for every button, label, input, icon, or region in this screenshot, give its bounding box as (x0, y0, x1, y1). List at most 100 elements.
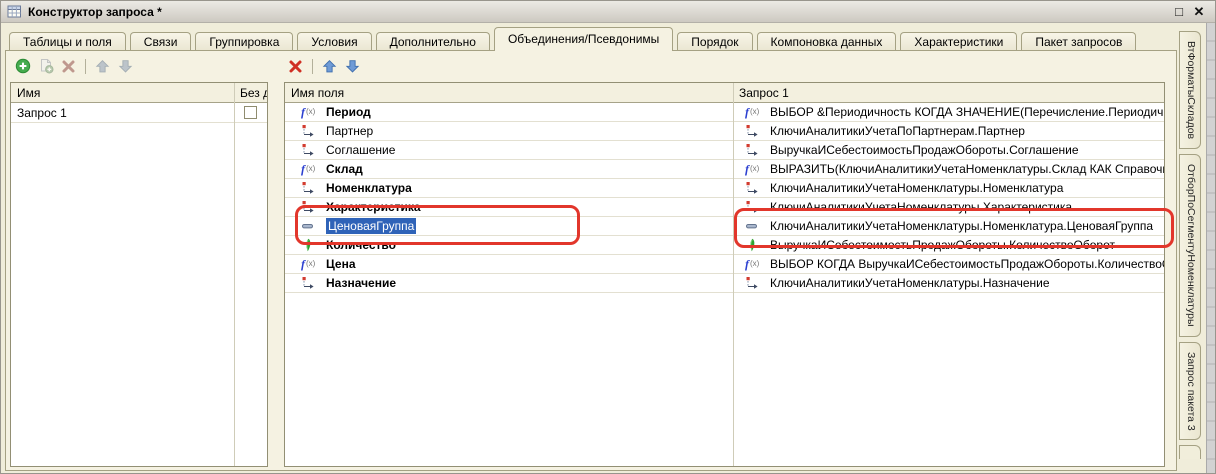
field-row[interactable]: Количество ВыручкаИСебестоимостьПродажОбо… (285, 236, 1164, 255)
field-expression: ВыручкаИСебестоимостьПродажОбороты.Согла… (770, 143, 1079, 157)
field-name: Назначение (326, 276, 396, 290)
tab-Объединения/Псевдонимы[interactable]: Объединения/Псевдонимы (494, 27, 673, 51)
minus-icon (301, 219, 320, 234)
tab-Группировка[interactable]: Группировка (195, 32, 293, 52)
field-icon (301, 181, 320, 196)
field-icon (301, 276, 320, 291)
fx-icon: f(x) (745, 105, 764, 120)
field-row[interactable]: Партнер КлючиАналитикиУчетаПоПартнерам.Па… (285, 122, 1164, 141)
field-row[interactable]: f(x) Склад f(x) ВЫРАЗИТЬ(КлючиАналитикиУчет… (285, 160, 1164, 179)
query-builder-icon (7, 4, 23, 20)
field-name: Характеристика (326, 200, 421, 214)
field-icon (301, 200, 320, 215)
vertical-tab-partial[interactable] (1179, 445, 1201, 459)
maximize-button[interactable]: □ (1169, 4, 1189, 19)
field-name: Склад (326, 162, 363, 176)
move-up-icon[interactable] (321, 58, 338, 75)
column-header-field-name: Имя поля (285, 83, 733, 102)
query-row[interactable]: Запрос 1 (11, 103, 267, 123)
fx-icon: f(x) (301, 105, 320, 120)
field-expression: КлючиАналитикиУчетаНоменклатуры.Номенкла… (770, 219, 1153, 233)
tab-Пакет запросов[interactable]: Пакет запросов (1021, 32, 1136, 52)
field-icon (301, 124, 320, 139)
field-icon (745, 200, 764, 215)
fields-grid: Имя поля Запрос 1 f(x) Период f(x) ВЫБОР &П… (284, 82, 1165, 467)
field-icon (745, 181, 764, 196)
column-header-query1: Запрос 1 (733, 83, 1164, 102)
add-copy-icon[interactable] (37, 58, 54, 75)
field-name: ЦеноваяГруппа (326, 218, 416, 234)
field-name: Цена (326, 257, 356, 271)
field-icon (745, 124, 764, 139)
fx-icon: f(x) (301, 162, 320, 177)
fields-toolbar (287, 56, 361, 76)
tab-content-unions-aliases: Имя Без ду... Запрос 1 Имя поля Запрос 1… (5, 50, 1177, 471)
fields-grid-header: Имя поля Запрос 1 (285, 83, 1164, 103)
field-name: Количество (326, 238, 396, 252)
field-row[interactable]: Назначение КлючиАналитикиУчетаНоменклатур… (285, 274, 1164, 293)
fx-icon: f(x) (745, 162, 764, 177)
right-gray-strip (1206, 23, 1216, 473)
vertical-tab-strip: ВтФорматыСкладов ОтборПоСегментуНоменклат… (1179, 31, 1205, 473)
tab-Дополнительно[interactable]: Дополнительно (376, 32, 490, 52)
field-expression: КлючиАналитикиУчетаНоменклатуры.Характер… (770, 200, 1072, 214)
title-bar: Конструктор запроса * □ ✕ (1, 1, 1215, 23)
field-icon (745, 143, 764, 158)
move-up-icon[interactable] (94, 58, 111, 75)
fx-icon: f(x) (301, 257, 320, 272)
vertical-tab-Запрос пакета 3[interactable]: Запрос пакета 3 (1179, 342, 1201, 441)
queries-grid-header: Имя Без ду... (11, 83, 267, 103)
resource-icon (745, 238, 764, 253)
field-row[interactable]: Соглашение ВыручкаИСебестоимостьПродажОбо… (285, 141, 1164, 160)
tab-Характеристики[interactable]: Характеристики (900, 32, 1017, 52)
toolbar-separator (85, 59, 86, 74)
field-expression: ВЫБОР КОГДА ВыручкаИСебестоимостьПродажО… (770, 257, 1164, 271)
delete-icon[interactable] (60, 58, 77, 75)
tab-Таблицы и поля[interactable]: Таблицы и поля (9, 32, 126, 52)
field-expression: ВыручкаИСебестоимостьПродажОбороты.Колич… (770, 238, 1115, 252)
queries-rows: Запрос 1 (11, 103, 267, 123)
field-expression: КлючиАналитикиУчетаНоменклатуры.Номенкла… (770, 181, 1063, 195)
no-duplicates-checkbox[interactable] (244, 106, 257, 119)
queries-toolbar (14, 56, 134, 76)
tab-Условия[interactable]: Условия (297, 32, 371, 52)
queries-grid: Имя Без ду... Запрос 1 (10, 82, 268, 467)
field-icon (745, 276, 764, 291)
tab-Компоновка данных[interactable]: Компоновка данных (757, 32, 897, 52)
column-header-no-duplicates: Без ду... (234, 83, 267, 102)
column-separator (234, 83, 235, 466)
move-down-icon[interactable] (344, 58, 361, 75)
field-row[interactable]: Характеристика КлючиАналитикиУчетаНоменкл… (285, 198, 1164, 217)
column-header-name: Имя (11, 83, 234, 102)
tab-Связи[interactable]: Связи (130, 32, 192, 52)
field-expression: КлючиАналитикиУчетаПоПартнерам.Партнер (770, 124, 1025, 138)
tab-bar: Таблицы и поляСвязиГруппировкаУсловияДоп… (9, 27, 1171, 50)
window-title: Конструктор запроса * (28, 5, 1169, 19)
field-name: Номенклатура (326, 181, 412, 195)
query-builder-window: Конструктор запроса * □ ✕ Таблицы и поля… (0, 0, 1216, 474)
field-expression: ВЫРАЗИТЬ(КлючиАналитикиУчетаНоменклатуры… (770, 162, 1164, 176)
add-icon[interactable] (14, 58, 31, 75)
field-row[interactable]: f(x) Период f(x) ВЫБОР &Периодичность КОГДА… (285, 103, 1164, 122)
close-button[interactable]: ✕ (1189, 4, 1209, 20)
minus-icon (745, 219, 764, 234)
toolbar-separator (312, 59, 313, 74)
field-row[interactable]: f(x) Цена f(x) ВЫБОР КОГДА ВыручкаИСебестои… (285, 255, 1164, 274)
field-icon (301, 143, 320, 158)
field-expression: ВЫБОР &Периодичность КОГДА ЗНАЧЕНИЕ(Пере… (770, 105, 1164, 119)
vertical-tab-ВтФорматыСкладов[interactable]: ВтФорматыСкладов (1179, 31, 1201, 149)
field-name: Период (326, 105, 371, 119)
field-row[interactable]: ЦеноваяГруппа КлючиАналитикиУчетаНоменкла… (285, 217, 1164, 236)
field-row[interactable]: Номенклатура КлючиАналитикиУчетаНоменклат… (285, 179, 1164, 198)
column-separator (733, 83, 734, 466)
query-name: Запрос 1 (11, 103, 234, 122)
tab-Порядок[interactable]: Порядок (677, 32, 752, 52)
delete-icon[interactable] (287, 58, 304, 75)
field-name: Соглашение (326, 143, 395, 157)
move-down-icon[interactable] (117, 58, 134, 75)
fx-icon: f(x) (745, 257, 764, 272)
fields-rows: f(x) Период f(x) ВЫБОР &Периодичность КОГДА… (285, 103, 1164, 293)
field-name: Партнер (326, 124, 373, 138)
field-expression: КлючиАналитикиУчетаНоменклатуры.Назначен… (770, 276, 1050, 290)
vertical-tab-ОтборПоСегментуНоменклатуры[interactable]: ОтборПоСегментуНоменклатуры (1179, 154, 1201, 337)
